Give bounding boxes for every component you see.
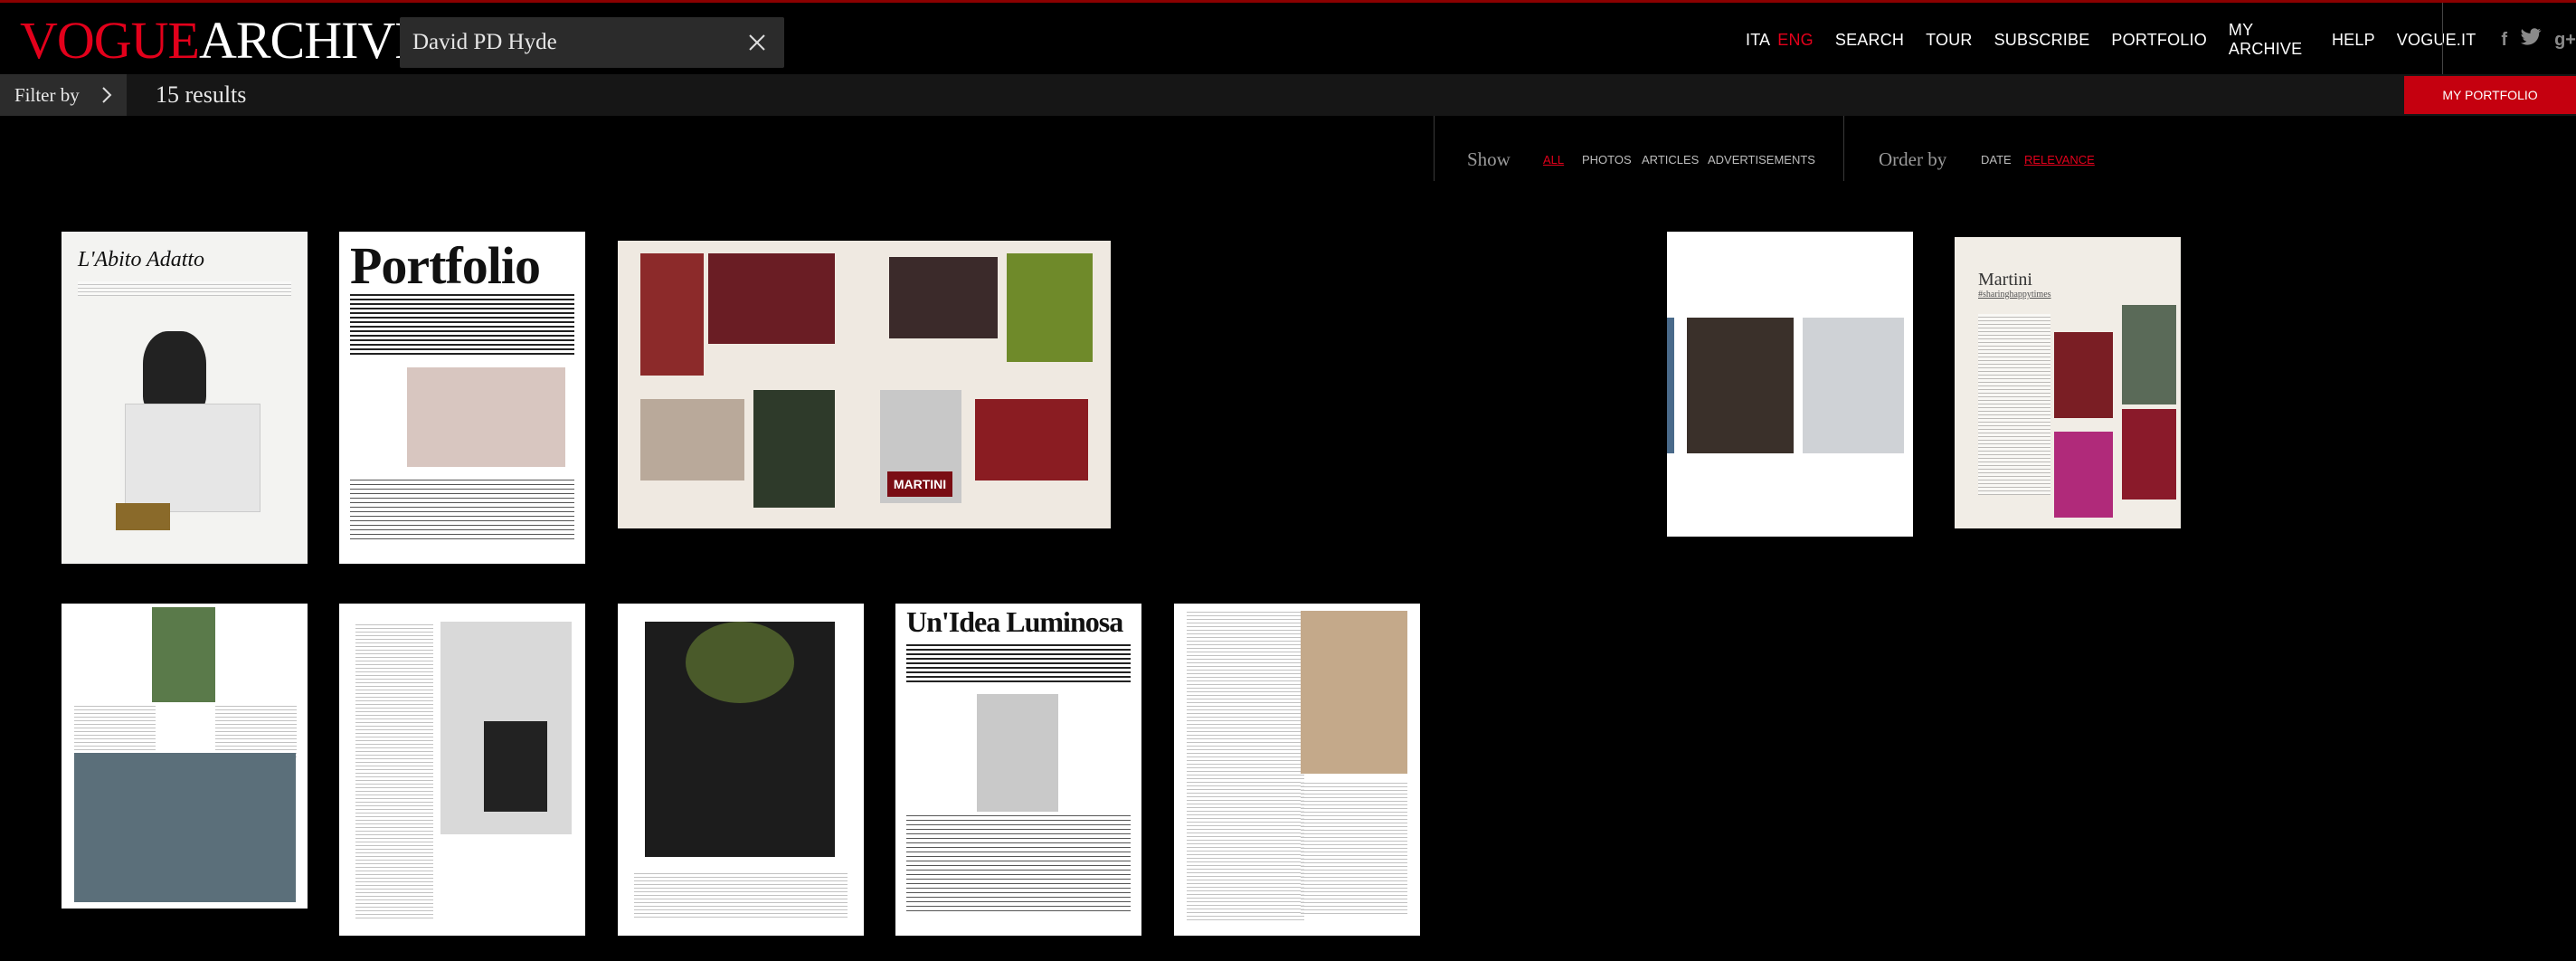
photo bbox=[889, 257, 998, 338]
photo bbox=[1667, 318, 1674, 453]
photo bbox=[143, 331, 206, 413]
thumbnail-subtitle: #sharinghappytimes bbox=[1978, 290, 2051, 300]
nav-search-link[interactable]: SEARCH bbox=[1835, 31, 1904, 50]
sub-bar: Filter by 15 results MY PORTFOLIO bbox=[0, 74, 2576, 116]
text-block bbox=[1301, 780, 1407, 916]
nav-my-archive-link[interactable]: MY ARCHIVE bbox=[2229, 21, 2310, 59]
text-block bbox=[1187, 609, 1304, 921]
photo bbox=[407, 367, 565, 467]
order-relevance-option[interactable]: RELEVANCE bbox=[2024, 153, 2095, 167]
result-thumbnail[interactable] bbox=[339, 604, 585, 936]
logo-vogue-text: VOGUE bbox=[20, 11, 200, 70]
vogue-archive-logo[interactable]: VOGUEARCHIVE bbox=[20, 11, 427, 70]
photo bbox=[708, 253, 835, 344]
main-nav: ITA ENG SEARCH TOUR SUBSCRIBE PORTFOLIO … bbox=[1746, 21, 2576, 58]
result-thumbnail[interactable] bbox=[1174, 604, 1420, 936]
thumbnail-title: Martini bbox=[1978, 270, 2032, 290]
text-block bbox=[74, 703, 156, 757]
text-block bbox=[350, 476, 574, 539]
photo bbox=[2054, 432, 2113, 518]
thumbnail-title: Portfolio bbox=[350, 236, 541, 295]
show-all-option[interactable]: ALL bbox=[1543, 153, 1564, 167]
photo bbox=[975, 399, 1088, 480]
result-thumbnail[interactable]: Un'Idea Luminosa bbox=[895, 604, 1141, 936]
lang-ita-link[interactable]: ITA bbox=[1746, 31, 1770, 50]
martini-label: MARTINI bbox=[887, 471, 952, 497]
order-by-label: Order by bbox=[1879, 148, 1947, 170]
photo bbox=[686, 622, 794, 703]
photo bbox=[74, 753, 296, 902]
photo bbox=[125, 404, 260, 512]
filter-by-label: Filter by bbox=[14, 83, 80, 106]
photo bbox=[2054, 332, 2113, 418]
close-icon[interactable] bbox=[744, 30, 770, 55]
result-thumbnail[interactable]: Martini #sharinghappytimes bbox=[1955, 237, 2181, 528]
text-block bbox=[634, 871, 848, 920]
result-thumbnail[interactable]: L'Abito Adatto bbox=[62, 232, 308, 564]
photo bbox=[1301, 611, 1407, 774]
photo bbox=[152, 607, 215, 702]
filter-by-button[interactable]: Filter by bbox=[0, 74, 127, 116]
thumbnail-title: Un'Idea Luminosa bbox=[906, 605, 1123, 638]
my-portfolio-button[interactable]: MY PORTFOLIO bbox=[2404, 76, 2576, 114]
text-block bbox=[350, 291, 574, 355]
divider bbox=[1843, 116, 1844, 181]
nav-help-link[interactable]: HELP bbox=[2332, 31, 2375, 50]
result-thumbnail[interactable] bbox=[1667, 232, 1913, 537]
lang-eng-link[interactable]: ENG bbox=[1777, 31, 1814, 50]
thumbnail-title: L'Abito Adatto bbox=[78, 248, 205, 271]
result-thumbnail[interactable]: Portfolio bbox=[339, 232, 585, 564]
twitter-icon[interactable] bbox=[2520, 28, 2542, 52]
photo bbox=[753, 390, 835, 508]
nav-vogue-it-link[interactable]: VOGUE.IT bbox=[2397, 31, 2477, 50]
search-box bbox=[400, 17, 784, 68]
photo bbox=[1803, 318, 1904, 453]
photo bbox=[1007, 253, 1093, 362]
social-links: f g+ bbox=[2501, 28, 2576, 52]
text-block bbox=[906, 642, 1131, 685]
header-divider bbox=[2442, 3, 2443, 77]
nav-subscribe-link[interactable]: SUBSCRIBE bbox=[1994, 31, 2090, 50]
order-date-option[interactable]: DATE bbox=[1981, 153, 2012, 167]
photo bbox=[640, 253, 704, 376]
show-advertisements-option[interactable]: ADVERTISEMENTS bbox=[1708, 153, 1815, 167]
text-block bbox=[355, 622, 433, 920]
logo-archive-text: ARCHIVE bbox=[198, 11, 427, 70]
divider bbox=[1434, 116, 1435, 181]
text-block bbox=[906, 812, 1131, 911]
result-thumbnail[interactable] bbox=[62, 604, 308, 909]
show-photos-option[interactable]: PHOTOS bbox=[1582, 153, 1632, 167]
photo bbox=[484, 721, 547, 812]
result-thumbnail[interactable]: MARTINI bbox=[618, 241, 1111, 528]
text-block bbox=[1978, 314, 2050, 495]
nav-tour-link[interactable]: TOUR bbox=[1926, 31, 1972, 50]
results-count: 15 results bbox=[156, 81, 247, 108]
nav-portfolio-link[interactable]: PORTFOLIO bbox=[2111, 31, 2207, 50]
result-thumbnail[interactable] bbox=[618, 604, 864, 936]
photo bbox=[1687, 318, 1794, 453]
facebook-icon[interactable]: f bbox=[2501, 30, 2507, 51]
google-plus-icon[interactable]: g+ bbox=[2554, 30, 2576, 51]
photo bbox=[2122, 305, 2176, 404]
photo bbox=[640, 399, 744, 480]
show-label: Show bbox=[1467, 148, 1511, 170]
search-input[interactable] bbox=[412, 26, 729, 59]
text-block bbox=[215, 703, 297, 757]
show-articles-option[interactable]: ARTICLES bbox=[1642, 153, 1699, 167]
photo bbox=[977, 694, 1058, 812]
chevron-right-icon bbox=[102, 87, 112, 103]
photo bbox=[116, 503, 170, 530]
text-block bbox=[78, 281, 291, 296]
top-header: VOGUEARCHIVE ITA ENG SEARCH TOUR SUBSCRI… bbox=[0, 0, 2576, 77]
photo bbox=[2122, 409, 2176, 500]
